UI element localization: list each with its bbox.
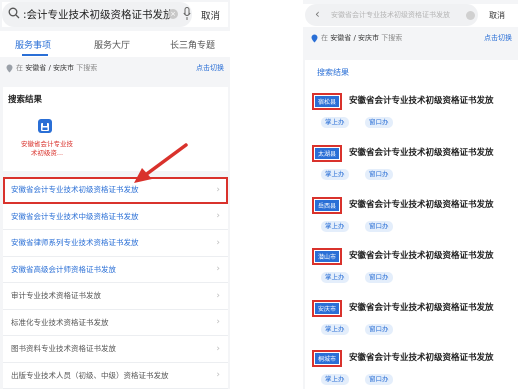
search-query[interactable]: :会计专业技术初级资格证书发放 xyxy=(23,7,171,22)
tab-service-hall[interactable]: 服务大厅 xyxy=(94,38,130,51)
list-item-label: 图书资料专业技术资格证书发放 xyxy=(11,344,116,354)
location-province: 安徽省 / 安庆市 xyxy=(330,34,380,42)
tag-mobile[interactable]: 掌上办 xyxy=(321,221,349,232)
city-badge: 桐城市 xyxy=(311,350,343,367)
search-results-card: 搜索结果 安徽省会计专业技术初级资... xyxy=(3,87,228,171)
tag-counter[interactable]: 窗口办 xyxy=(365,374,393,385)
result-item-title[interactable]: 安徽省会计专业技术初级资格证书发放 xyxy=(349,146,494,158)
result-item-title[interactable]: 安徽省会计专业技术初级资格证书发放 xyxy=(349,249,494,261)
switch-location-link[interactable]: 点击切换 xyxy=(196,63,224,73)
location-bar: 在 安徽省 / 安庆市 下搜索 点击切换 xyxy=(6,61,230,75)
result-item[interactable]: 岳西县 安徽省会计专业技术初级资格证书发放 掌上办 窗口办 xyxy=(311,197,513,247)
city-badge: 宿松县 xyxy=(311,93,343,110)
list-item[interactable]: 审计专业技术资格证书发放 › xyxy=(3,283,228,310)
list-item[interactable]: 安徽省高级会计师资格证书发放 › xyxy=(3,256,228,283)
result-item[interactable]: 宿松县 安徽省会计专业技术初级资格证书发放 掌上办 窗口办 xyxy=(311,93,513,143)
list-item[interactable]: 图书资料专业技术资格证书发放 › xyxy=(3,336,228,363)
right-screen: ‹ 安徽省会计专业技术初级资格证书发放 取消 在 安徽省 / 安庆市 下搜索 点… xyxy=(303,0,518,389)
list-item-label: 审计专业技术资格证书发放 xyxy=(11,291,101,301)
list-item-label: 安徽省律师系列专业技术资格证书发放 xyxy=(11,238,139,248)
result-item-title[interactable]: 安徽省会计专业技术初级资格证书发放 xyxy=(349,94,494,106)
microphone-icon[interactable] xyxy=(183,7,191,21)
list-item-label: 标准化专业技术资格证书发放 xyxy=(11,317,109,327)
list-item-label: 出版专业技术人员（初级、中级）资格证书发放 xyxy=(11,370,169,380)
tag-counter[interactable]: 窗口办 xyxy=(365,221,393,232)
save-icon[interactable] xyxy=(38,119,52,133)
tag-mobile[interactable]: 掌上办 xyxy=(321,272,349,283)
list-item-label: 安徽省会计专业技术中级资格证书发放 xyxy=(11,211,139,221)
tag-mobile[interactable]: 掌上办 xyxy=(321,117,349,128)
location-province: 安徽省 / 安庆市 xyxy=(25,64,75,72)
cancel-button[interactable]: 取消 xyxy=(489,10,505,21)
left-screen: :会计专业技术初级资格证书发放 × 取消 服务事项 服务大厅 长三角专题 在 安… xyxy=(0,0,230,389)
list-item[interactable]: 安徽省会计专业技术中级资格证书发放 › xyxy=(3,203,228,230)
result-item-title[interactable]: 安徽省会计专业技术初级资格证书发放 xyxy=(349,198,494,210)
result-item-title[interactable]: 安徽省会计专业技术初级资格证书发放 xyxy=(349,301,494,313)
chevron-right-icon: › xyxy=(216,290,220,301)
back-arrow-icon[interactable]: ‹ xyxy=(315,7,320,21)
location-suffix: 下搜索 xyxy=(76,64,98,72)
location-pin-icon xyxy=(311,34,318,42)
chevron-right-icon: › xyxy=(216,317,220,328)
active-tab-indicator xyxy=(22,54,48,56)
chevron-right-icon: › xyxy=(216,184,220,195)
search-results-list: 搜索结果 宿松县 安徽省会计专业技术初级资格证书发放 掌上办 窗口办 太湖县 安… xyxy=(305,60,518,389)
location-suffix: 下搜索 xyxy=(381,34,403,42)
result-item-title[interactable]: 安徽省会计专业技术初级资格证书发放 xyxy=(349,351,494,363)
location-prefix: 在 xyxy=(321,34,328,42)
tag-counter[interactable]: 窗口办 xyxy=(365,272,393,283)
tag-mobile[interactable]: 掌上办 xyxy=(321,374,349,385)
cancel-button[interactable]: 取消 xyxy=(201,8,220,22)
clear-icon[interactable]: × xyxy=(168,9,178,19)
list-item[interactable]: 出版专业技术人员（初级、中级）资格证书发放 › xyxy=(3,362,228,389)
chevron-right-icon: › xyxy=(216,264,220,275)
chevron-right-icon: › xyxy=(216,211,220,222)
location-pin-icon xyxy=(6,64,13,72)
location-prefix: 在 xyxy=(16,64,23,72)
results-title: 搜索结果 xyxy=(317,68,349,77)
tag-counter[interactable]: 窗口办 xyxy=(365,117,393,128)
city-badge: 潜山市 xyxy=(311,248,343,265)
annotation-arrow-icon xyxy=(134,143,188,183)
switch-location-link[interactable]: 点击切换 xyxy=(484,33,512,43)
tag-mobile[interactable]: 掌上办 xyxy=(321,169,349,180)
chevron-right-icon: › xyxy=(216,343,220,354)
result-item[interactable]: 太湖县 安徽省会计专业技术初级资格证书发放 掌上办 窗口办 xyxy=(311,145,513,195)
list-item[interactable]: 标准化专业技术资格证书发放 › xyxy=(3,309,228,336)
tag-counter[interactable]: 窗口办 xyxy=(365,324,393,335)
tab-yangtze-delta[interactable]: 长三角专题 xyxy=(170,38,215,51)
search-query[interactable]: 安徽省会计专业技术初级资格证书发放 xyxy=(331,10,461,20)
list-item-label: 安徽省会计专业技术初级资格证书发放 xyxy=(11,185,139,195)
city-badge: 岳西县 xyxy=(311,197,343,214)
search-icon xyxy=(8,7,20,19)
chevron-right-icon: › xyxy=(216,370,220,381)
tag-mobile[interactable]: 掌上办 xyxy=(321,324,349,335)
result-list: 安徽省会计专业技术初级资格证书发放 › 安徽省会计专业技术中级资格证书发放 › … xyxy=(3,177,228,389)
search-bar: :会计专业技术初级资格证书发放 × 取消 xyxy=(2,2,228,27)
chevron-right-icon: › xyxy=(216,237,220,248)
result-item[interactable]: 安庆市 安徽省会计专业技术初级资格证书发放 掌上办 窗口办 xyxy=(311,300,513,350)
search-bar: ‹ 安徽省会计专业技术初级资格证书发放 取消 xyxy=(303,4,518,27)
city-badge: 安庆市 xyxy=(311,300,343,317)
result-item[interactable]: 潜山市 安徽省会计专业技术初级资格证书发放 掌上办 窗口办 xyxy=(311,248,513,298)
list-item-label: 安徽省高级会计师资格证书发放 xyxy=(11,264,116,274)
list-item[interactable]: 安徽省律师系列专业技术资格证书发放 › xyxy=(3,230,228,257)
tag-counter[interactable]: 窗口办 xyxy=(365,169,393,180)
tab-bar: 服务事项 服务大厅 长三角专题 xyxy=(0,31,230,57)
result-item[interactable]: 桐城市 安徽省会计专业技术初级资格证书发放 掌上办 窗口办 xyxy=(311,350,513,389)
result-app-label[interactable]: 安徽省会计专业技术初级资... xyxy=(19,140,75,158)
location-bar: 在 安徽省 / 安庆市 下搜索 点击切换 xyxy=(311,31,518,45)
tab-service-items[interactable]: 服务事项 xyxy=(15,38,51,51)
results-title: 搜索结果 xyxy=(8,95,43,105)
city-badge: 太湖县 xyxy=(311,145,343,162)
list-item[interactable]: 安徽省会计专业技术初级资格证书发放 › xyxy=(3,177,228,204)
clear-icon[interactable] xyxy=(466,11,475,20)
